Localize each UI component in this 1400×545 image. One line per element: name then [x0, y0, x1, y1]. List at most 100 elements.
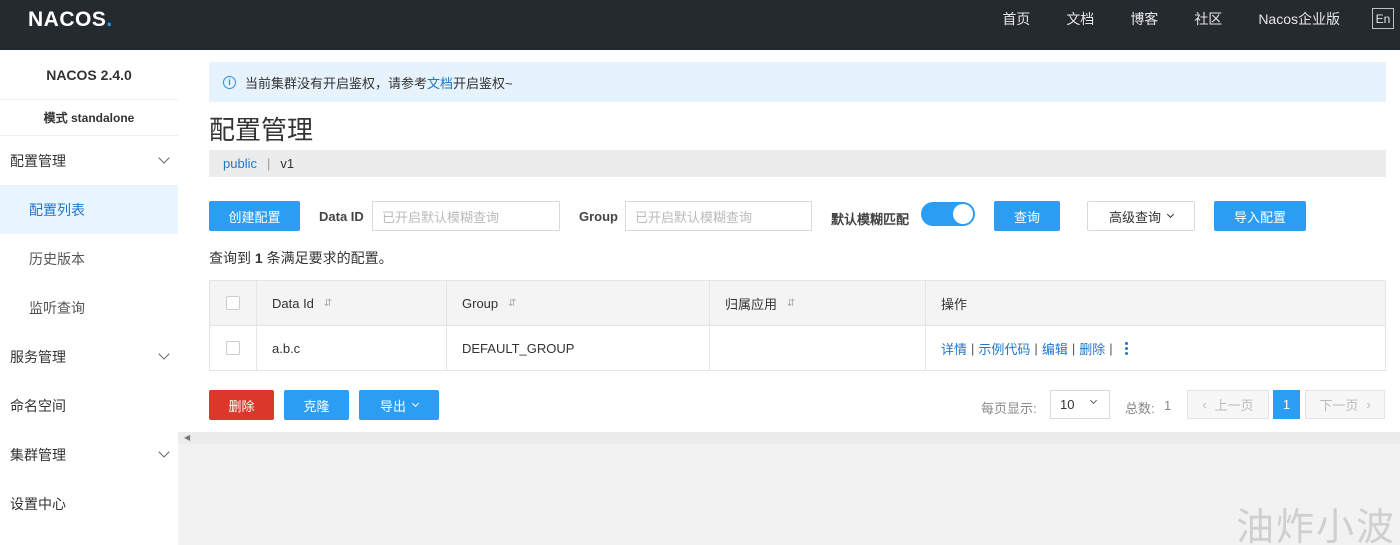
edit-link[interactable]: 编辑 [1042, 339, 1068, 358]
notice-text-before: 当前集群没有开启鉴权，请参考 [245, 75, 428, 91]
fuzzy-match-label: 默认模糊匹配 [831, 212, 910, 227]
group-label: Group [579, 209, 618, 224]
column-header-label: 归属应用 [725, 296, 778, 312]
toggle-knob [953, 204, 973, 224]
info-icon: i [223, 75, 236, 89]
language-switch-button[interactable]: En [1372, 8, 1394, 29]
prev-page-button[interactable]: ‹ 上一页 [1187, 390, 1269, 419]
sidebar-item-listener-query[interactable]: 监听查询 [0, 283, 178, 332]
main-content: i 当前集群没有开启鉴权，请参考 文档 开启鉴权~ 配置管理 public | v1… [178, 50, 1400, 432]
dataid-input[interactable]: 已开启默认模糊查询 [372, 201, 560, 231]
export-button[interactable]: 导出 [359, 390, 439, 420]
row-checkbox[interactable] [226, 341, 240, 355]
sidebar-item-label: 命名空间 [10, 397, 66, 414]
prev-page-label: 上一页 [1214, 398, 1254, 413]
namespace-breadcrumb: public | v1 [209, 150, 1386, 177]
next-page-button[interactable]: 下一页 › [1305, 390, 1385, 419]
result-count: 1 [254, 250, 263, 266]
column-header-label: Data Id [272, 295, 314, 311]
cell-dataid: a.b.c [257, 326, 447, 370]
watermark-text: 油炸小波 [1236, 505, 1397, 545]
import-config-button[interactable]: 导入配置 [1214, 201, 1306, 231]
nav-blog-link[interactable]: 博客 [1130, 9, 1158, 29]
column-header-dataid[interactable]: Data Id ⇵ [257, 281, 447, 325]
auth-notice: i 当前集群没有开启鉴权，请参考 文档 开启鉴权~ [209, 62, 1386, 102]
delete-link[interactable]: 删除 [1079, 339, 1105, 358]
result-prefix: 查询到 [209, 250, 251, 266]
chevron-down-icon [1166, 210, 1175, 219]
result-suffix: 条满足要求的配置。 [266, 250, 393, 266]
column-header-ops: 操作 [926, 281, 1385, 325]
more-options-icon[interactable] [1124, 341, 1128, 356]
nav-docs-link[interactable]: 文档 [1066, 9, 1094, 29]
cell-app [710, 326, 926, 370]
sidebar-item-label: 服务管理 [10, 348, 66, 365]
namespace-link[interactable]: public [223, 156, 257, 171]
sidebar-item-label: 监听查询 [29, 299, 85, 316]
dataid-label: Data ID [319, 209, 364, 224]
total-label: 总数: [1125, 401, 1155, 416]
scroll-left-icon[interactable]: ◀ [184, 433, 190, 442]
sidebar-item-label: 集群管理 [10, 446, 66, 463]
detail-link[interactable]: 详情 [941, 339, 967, 358]
cell-group: DEFAULT_GROUP [447, 326, 710, 370]
nacos-logo[interactable]: NACOS. [28, 8, 113, 32]
clone-button[interactable]: 克隆 [284, 390, 349, 420]
group-input[interactable]: 已开启默认模糊查询 [625, 201, 812, 231]
logo-text: NACOS [28, 8, 107, 31]
page-number-current[interactable]: 1 [1273, 390, 1300, 419]
column-header-group[interactable]: Group ⇵ [447, 281, 710, 325]
sidebar-item-settings[interactable]: 设置中心 [0, 479, 178, 528]
breadcrumb-separator: | [266, 156, 271, 171]
chevron-down-icon [1089, 396, 1098, 405]
nav-home-link[interactable]: 首页 [1002, 9, 1030, 29]
sidebar-item-label: 设置中心 [10, 495, 66, 512]
table-row: a.b.c DEFAULT_GROUP 详情 | 示例代码 | 编辑 | 删除 | [210, 326, 1385, 370]
nav-community-link[interactable]: 社区 [1194, 9, 1222, 29]
sidebar-item-cluster-management[interactable]: 集群管理 [0, 430, 178, 479]
top-bar: NACOS. 首页 文档 博客 社区 Nacos企业版 En [0, 0, 1400, 50]
horizontal-scrollbar[interactable]: ◀ [178, 432, 1400, 444]
create-config-button[interactable]: 创建配置 [209, 201, 300, 231]
ops-separator: | [971, 340, 975, 356]
sort-icon[interactable]: ⇵ [508, 298, 516, 309]
ops-separator: | [1071, 340, 1076, 356]
namespace-id: v1 [280, 156, 295, 171]
chevron-down-icon [158, 348, 170, 360]
export-label: 导出 [379, 398, 406, 414]
per-page-select[interactable]: 10 [1050, 390, 1110, 419]
sort-icon[interactable]: ⇵ [787, 298, 795, 309]
notice-text-after: 开启鉴权~ [453, 75, 513, 91]
fuzzy-match-toggle[interactable] [921, 202, 975, 226]
column-header-app[interactable]: 归属应用 ⇵ [710, 281, 926, 325]
cell-operations: 详情 | 示例代码 | 编辑 | 删除 | [926, 326, 1385, 370]
advanced-query-label: 高级查询 [1108, 209, 1161, 225]
sidebar-item-config-management[interactable]: 配置管理 [0, 136, 178, 185]
per-page-value: 10 [1060, 397, 1075, 412]
sidebar-item-label: 历史版本 [29, 250, 85, 267]
sidebar-item-history[interactable]: 历史版本 [0, 234, 178, 283]
sort-icon[interactable]: ⇵ [324, 298, 332, 309]
table-header: Data Id ⇵ Group ⇵ 归属应用 ⇵ 操作 [210, 281, 1385, 326]
ops-separator: | [1109, 340, 1113, 356]
header-checkbox-cell [210, 281, 257, 325]
sidebar: NACOS 2.4.0 模式 standalone 配置管理 配置列表 历史版本… [0, 50, 178, 545]
sidebar-item-label: 配置列表 [29, 201, 85, 218]
sidebar-item-label: 配置管理 [10, 152, 66, 169]
sidebar-item-config-list[interactable]: 配置列表 [0, 185, 178, 234]
sidebar-item-namespace[interactable]: 命名空间 [0, 381, 178, 430]
total-value: 1 [1164, 398, 1172, 413]
column-header-label: Group [462, 295, 499, 311]
sidebar-item-service-management[interactable]: 服务管理 [0, 332, 178, 381]
notice-docs-link[interactable]: 文档 [427, 73, 453, 92]
batch-delete-button[interactable]: 删除 [209, 390, 274, 420]
logo-dot: . [106, 8, 113, 31]
column-header-label: 操作 [941, 296, 968, 312]
top-nav: 首页 文档 博客 社区 Nacos企业版 [966, 0, 1340, 38]
query-button[interactable]: 查询 [994, 201, 1060, 231]
advanced-query-button[interactable]: 高级查询 [1087, 201, 1195, 231]
chevron-left-icon: ‹ [1202, 397, 1207, 412]
nav-enterprise-link[interactable]: Nacos企业版 [1258, 9, 1340, 29]
select-all-checkbox[interactable] [226, 296, 240, 310]
sample-code-link[interactable]: 示例代码 [978, 339, 1030, 358]
